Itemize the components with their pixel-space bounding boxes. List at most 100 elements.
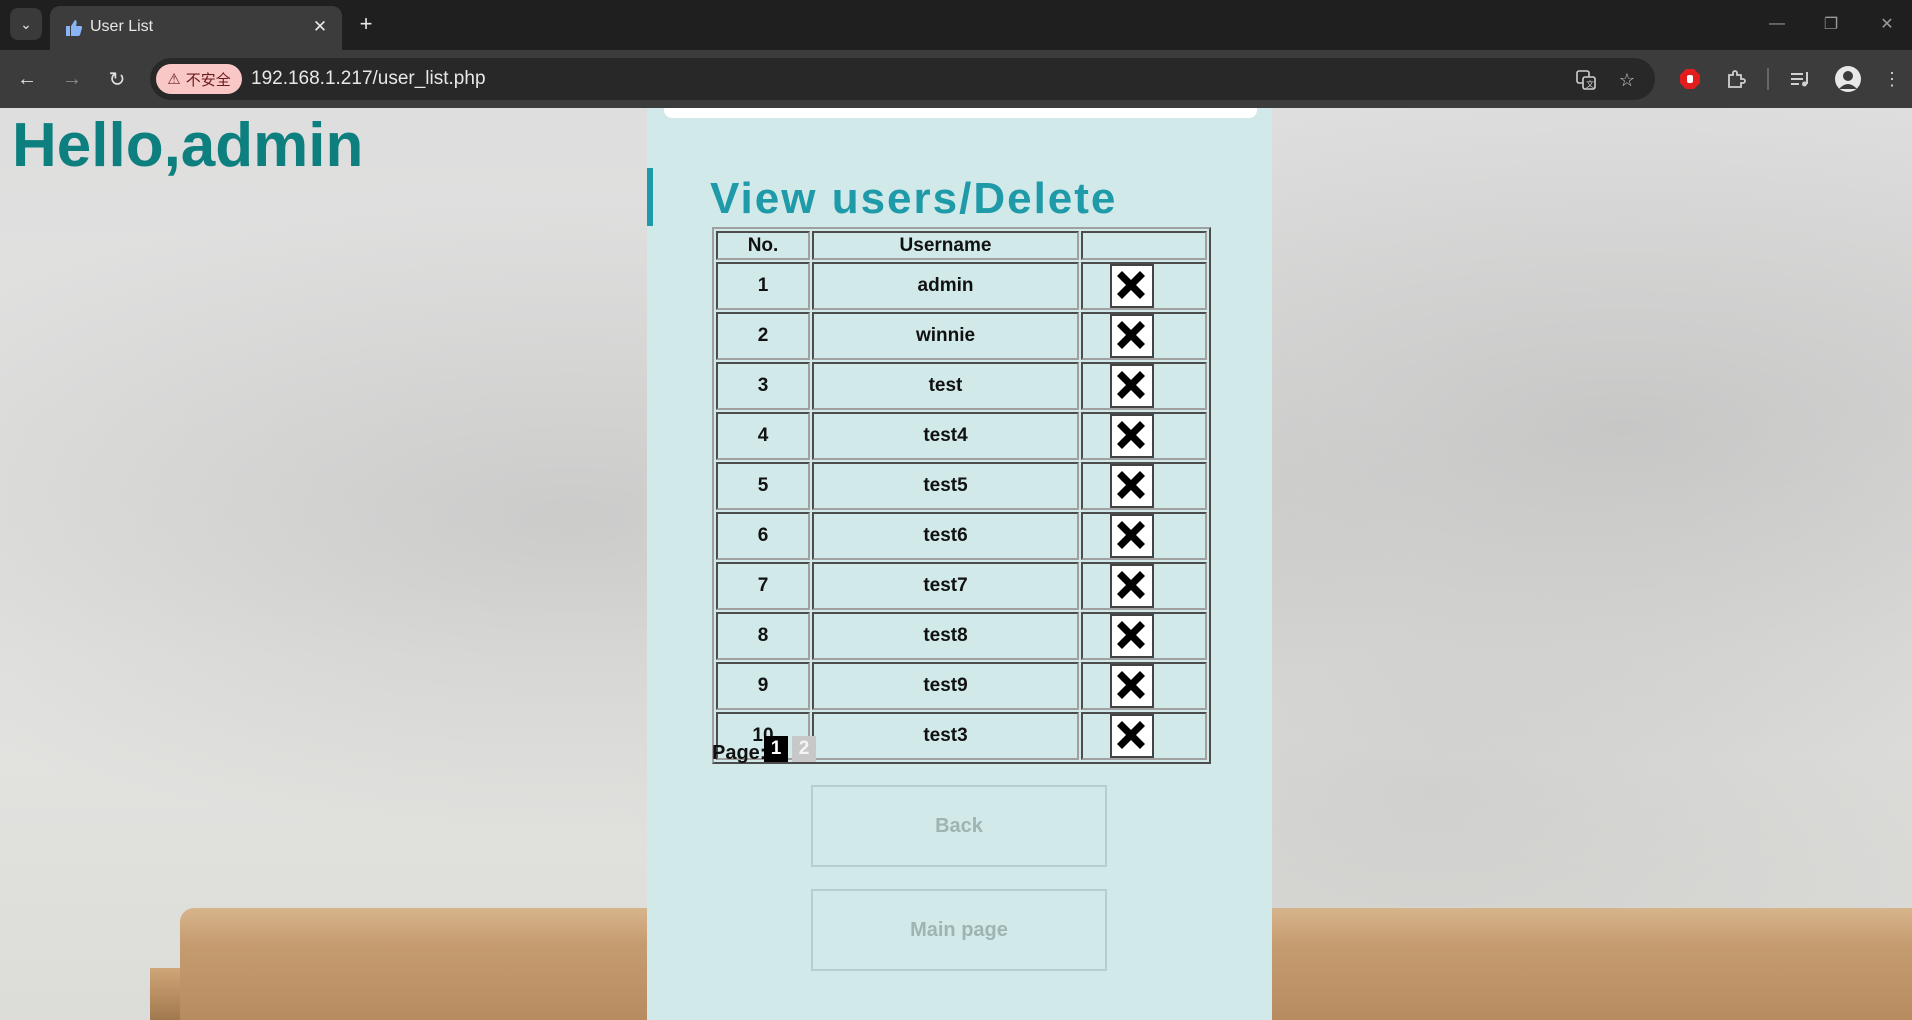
x-icon xyxy=(1117,571,1145,599)
row-username: test4 xyxy=(812,412,1079,460)
row-username: test xyxy=(812,362,1079,410)
x-icon xyxy=(1117,321,1145,349)
x-icon xyxy=(1117,621,1145,649)
delete-user-button[interactable] xyxy=(1110,264,1154,308)
greeting: Hello,admin xyxy=(12,111,364,180)
warning-icon: ⚠ xyxy=(167,71,181,88)
table-row: 6 test6 xyxy=(716,512,1207,560)
page-link-2[interactable]: 2 xyxy=(792,736,816,762)
row-delete-cell xyxy=(1081,362,1207,410)
delete-user-button[interactable] xyxy=(1110,564,1154,608)
forward-arrow-icon[interactable]: → xyxy=(57,64,87,94)
x-icon xyxy=(1117,421,1145,449)
media-queue-icon[interactable] xyxy=(1786,65,1814,93)
tab-search-button[interactable]: ⌄ xyxy=(10,8,42,40)
users-table: No. Username 1 admin 2 winnie 3 test 4 test4 5 te… xyxy=(712,227,1211,764)
row-username: test3 xyxy=(812,712,1079,760)
row-number: 5 xyxy=(716,462,810,510)
table-row: 7 test7 xyxy=(716,562,1207,610)
row-number: 1 xyxy=(716,262,810,310)
svg-text:文: 文 xyxy=(1586,79,1594,89)
browser-toolbar: ← → ↻ ⚠ 不安全 192.168.1.217/user_list.php … xyxy=(0,50,1912,108)
row-delete-cell xyxy=(1081,562,1207,610)
delete-user-button[interactable] xyxy=(1110,414,1154,458)
close-window-icon[interactable]: ✕ xyxy=(1864,10,1910,38)
reload-icon[interactable]: ↻ xyxy=(102,64,132,94)
row-delete-cell xyxy=(1081,262,1207,310)
row-username: test5 xyxy=(812,462,1079,510)
row-username: winnie xyxy=(812,312,1079,360)
table-row: 1 admin xyxy=(716,262,1207,310)
back-arrow-icon[interactable]: ← xyxy=(12,64,42,94)
row-username: admin xyxy=(812,262,1079,310)
page-title: View users/Delete xyxy=(710,174,1118,223)
row-number: 4 xyxy=(716,412,810,460)
x-icon xyxy=(1117,371,1145,399)
table-row: 2 winnie xyxy=(716,312,1207,360)
table-row: 5 test5 xyxy=(716,462,1207,510)
x-icon xyxy=(1117,521,1145,549)
new-tab-button[interactable]: + xyxy=(352,10,380,38)
header-no: No. xyxy=(716,231,810,260)
heading-accent-bar xyxy=(647,168,653,226)
page-link-1[interactable]: 1 xyxy=(764,736,788,762)
delete-user-button[interactable] xyxy=(1110,514,1154,558)
x-icon xyxy=(1117,271,1145,299)
row-delete-cell xyxy=(1081,662,1207,710)
row-username: test6 xyxy=(812,512,1079,560)
row-number: 3 xyxy=(716,362,810,410)
more-menu-icon[interactable]: ⋮ xyxy=(1878,65,1906,93)
x-icon xyxy=(1117,671,1145,699)
row-delete-cell xyxy=(1081,312,1207,360)
row-number: 7 xyxy=(716,562,810,610)
row-number: 9 xyxy=(716,662,810,710)
tab-user-list[interactable]: User List ✕ xyxy=(50,6,342,50)
bookmark-star-icon[interactable]: ☆ xyxy=(1615,68,1639,92)
translate-icon[interactable]: 文 xyxy=(1574,68,1598,92)
address-bar[interactable]: ⚠ 不安全 192.168.1.217/user_list.php 文 ☆ xyxy=(150,58,1655,100)
table-row: 3 test xyxy=(716,362,1207,410)
delete-user-button[interactable] xyxy=(1110,314,1154,358)
security-badge[interactable]: ⚠ 不安全 xyxy=(156,64,242,94)
table-row: 8 test8 xyxy=(716,612,1207,660)
tab-title: User List xyxy=(90,18,154,35)
main-page-button[interactable]: Main page xyxy=(811,889,1107,971)
extensions-puzzle-icon[interactable] xyxy=(1722,65,1750,93)
table-row: 4 test4 xyxy=(716,412,1207,460)
row-delete-cell xyxy=(1081,512,1207,560)
thumbs-up-icon xyxy=(66,20,83,36)
delete-user-button[interactable] xyxy=(1110,614,1154,658)
row-username: test9 xyxy=(812,662,1079,710)
back-button[interactable]: Back xyxy=(811,785,1107,867)
adblock-extension-icon[interactable] xyxy=(1676,65,1704,93)
table-row: 9 test9 xyxy=(716,662,1207,710)
minimize-icon[interactable]: — xyxy=(1754,10,1800,38)
x-icon xyxy=(1117,721,1145,749)
row-number: 8 xyxy=(716,612,810,660)
delete-user-button[interactable] xyxy=(1110,464,1154,508)
row-delete-cell xyxy=(1081,712,1207,760)
header-username: Username xyxy=(812,231,1079,260)
row-delete-cell xyxy=(1081,412,1207,460)
delete-user-button[interactable] xyxy=(1110,364,1154,408)
row-delete-cell xyxy=(1081,462,1207,510)
panel-top-strip xyxy=(664,108,1257,118)
delete-user-button[interactable] xyxy=(1110,714,1154,758)
security-label: 不安全 xyxy=(185,71,231,89)
user-list-panel: View users/Delete No. Username 1 admin 2 wi… xyxy=(647,108,1272,1020)
row-delete-cell xyxy=(1081,612,1207,660)
url-text[interactable]: 192.168.1.217/user_list.php xyxy=(251,68,486,90)
row-username: test7 xyxy=(812,562,1079,610)
restore-icon[interactable]: ❐ xyxy=(1808,10,1854,38)
close-tab-icon[interactable]: ✕ xyxy=(308,15,332,39)
profile-avatar[interactable] xyxy=(1834,65,1862,93)
row-number: 2 xyxy=(716,312,810,360)
row-number: 6 xyxy=(716,512,810,560)
table-row: 10 test3 xyxy=(716,712,1207,760)
toolbar-divider xyxy=(1767,68,1769,90)
page-viewport: Hello,admin View users/Delete No. Userna… xyxy=(0,108,1912,1020)
header-delete xyxy=(1081,231,1207,260)
tab-strip: ⌄ User List ✕ + — ❐ ✕ xyxy=(0,0,1912,50)
row-username: test8 xyxy=(812,612,1079,660)
delete-user-button[interactable] xyxy=(1110,664,1154,708)
